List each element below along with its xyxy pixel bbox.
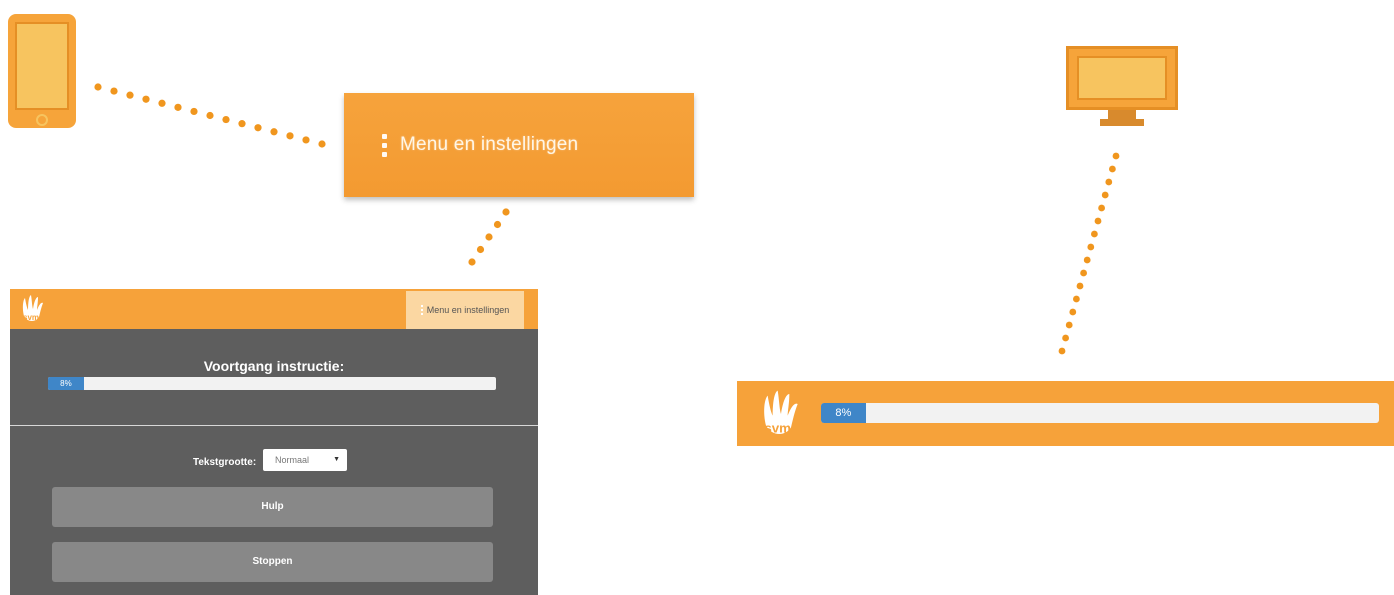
connector-dot <box>126 91 134 99</box>
mobile-menu-button[interactable]: Menu en instellingen <box>406 291 524 329</box>
mobile-progress-bar: 8% <box>48 377 496 390</box>
connector-dot <box>270 128 278 136</box>
connector-dot <box>476 245 485 254</box>
connector-dot <box>1083 256 1091 264</box>
text-size-value: Normaal <box>275 455 310 465</box>
connector-dot <box>238 120 246 128</box>
connector-dot <box>1094 217 1102 225</box>
connector-dot <box>318 140 326 148</box>
connector-dot <box>206 111 214 120</box>
connector-dot <box>142 95 150 103</box>
connector-dot <box>1098 204 1105 212</box>
text-size-label: Tekstgrootte: <box>193 457 257 468</box>
connector-dot <box>1091 230 1098 238</box>
connector-dot <box>302 136 310 144</box>
connector-dot <box>1105 178 1113 186</box>
connector-dot <box>1073 295 1080 303</box>
mobile-header: svm Menu en instellingen <box>10 289 538 329</box>
section-divider <box>10 425 538 426</box>
connector-dot <box>1058 347 1066 355</box>
connector-dot <box>468 258 476 266</box>
kebab-menu-icon <box>382 133 387 157</box>
caret-down-icon: ▼ <box>333 456 340 463</box>
monitor-screen <box>1077 56 1167 100</box>
desktop-header: svm 8% <box>737 381 1394 446</box>
connector-dot <box>1065 321 1073 329</box>
kebab-menu-icon <box>420 305 423 315</box>
desktop-progress-fill: 8% <box>821 403 866 423</box>
mobile-progress-fill: 8% <box>48 377 84 390</box>
connector-dot <box>493 220 502 229</box>
connector-dot <box>1101 191 1109 199</box>
connector-dot <box>254 124 262 132</box>
desktop-monitor-icon <box>1066 46 1178 110</box>
help-button[interactable]: Hulp <box>52 487 493 527</box>
connector-dot <box>174 103 182 111</box>
phone-home-button <box>36 114 48 126</box>
connector-dot <box>1076 282 1084 290</box>
connector-dot <box>1062 334 1069 342</box>
svg-text:svm: svm <box>23 313 39 322</box>
phone-screen <box>15 22 69 110</box>
text-size-select[interactable]: Normaal ▼ <box>263 449 347 471</box>
connector-dot <box>190 107 198 116</box>
smartphone-icon <box>8 14 76 128</box>
connector-dot <box>110 87 118 95</box>
zoomed-menu-label: Menu en instellingen <box>400 134 579 155</box>
mobile-screen: svm Menu en instellingen Voortgang instr… <box>10 289 538 595</box>
stop-button[interactable]: Stoppen <box>52 542 493 582</box>
zoomed-menu-button[interactable]: Menu en instellingen <box>344 93 694 197</box>
progress-title: Voortgang instructie: <box>203 358 345 374</box>
connector-dot <box>158 99 166 107</box>
svm-hand-logo: svm <box>764 390 798 435</box>
connector-dot <box>485 233 493 241</box>
connector-dot <box>94 83 102 91</box>
connector-dot <box>1109 165 1116 173</box>
connector-dot <box>222 115 230 124</box>
connector-dot <box>1112 152 1120 160</box>
connector-dot <box>286 132 294 140</box>
connector-dot <box>1080 269 1087 277</box>
svg-text:svm: svm <box>764 420 791 435</box>
connector-dot <box>502 208 510 216</box>
svm-hand-logo: svm <box>22 295 43 322</box>
connector-dot <box>1069 308 1077 316</box>
monitor-base <box>1100 119 1144 126</box>
connector-dot <box>1087 243 1095 251</box>
mobile-menu-label: Menu en instellingen <box>426 305 510 315</box>
desktop-progress-bar: 8% <box>821 403 1379 423</box>
